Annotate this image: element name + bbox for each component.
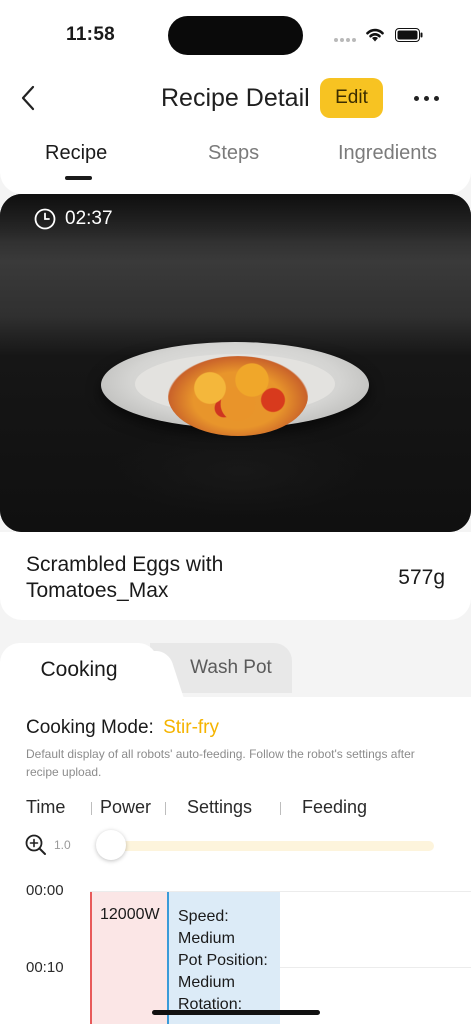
zoom-in-icon[interactable] bbox=[24, 833, 48, 857]
power-step-block[interactable]: 12000W bbox=[90, 892, 168, 1024]
column-divider bbox=[165, 802, 166, 815]
signal-icon bbox=[334, 38, 356, 43]
tab-indicator bbox=[65, 176, 92, 180]
clock-icon bbox=[34, 208, 56, 230]
column-feeding: Feeding bbox=[302, 797, 368, 817]
more-icon[interactable] bbox=[414, 96, 439, 101]
cooking-timeline: 00:00 00:10 12000W Speed: Medium Pot Pos… bbox=[0, 877, 471, 1024]
column-time: Time bbox=[26, 797, 66, 817]
tab-cooking-label: Cooking bbox=[40, 658, 118, 681]
column-divider bbox=[91, 802, 92, 815]
video-timer: 02:37 bbox=[34, 208, 113, 230]
cooking-panel: Cooking Mode: Stir-fry Default display o… bbox=[0, 697, 471, 1024]
settings-text: Speed: Medium Pot Position: Medium Rotat… bbox=[178, 906, 282, 1016]
cooking-mode-description: Default display of all robots' auto-feed… bbox=[26, 747, 415, 779]
plate-reflection bbox=[110, 426, 370, 516]
food-image bbox=[168, 356, 308, 436]
setting-line: Medium bbox=[178, 974, 235, 991]
tab-steps[interactable]: Steps bbox=[208, 142, 259, 165]
recipe-info-card: Scrambled Eggs with Tomatoes_Max 577g bbox=[0, 532, 471, 620]
tab-recipe[interactable]: Recipe bbox=[45, 142, 107, 165]
wifi-icon bbox=[366, 28, 384, 42]
cooking-mode-label: Cooking Mode: bbox=[26, 717, 154, 738]
tab-ingredients[interactable]: Ingredients bbox=[338, 142, 437, 165]
column-divider bbox=[280, 802, 281, 815]
zoom-control: 1.0 bbox=[24, 830, 444, 860]
back-icon[interactable] bbox=[18, 84, 42, 112]
setting-line: Pot Position: bbox=[178, 952, 268, 969]
timer-value: 02:37 bbox=[65, 208, 113, 229]
battery-icon bbox=[395, 28, 423, 42]
recipe-name: Scrambled Eggs with Tomatoes_Max bbox=[26, 553, 224, 602]
settings-step-block[interactable]: Speed: Medium Pot Position: Medium Rotat… bbox=[167, 892, 280, 1024]
status-time: 11:58 bbox=[66, 24, 116, 45]
cooking-mode: Cooking Mode: Stir-fry bbox=[26, 717, 219, 739]
recipe-weight: 577g bbox=[398, 566, 445, 589]
zoom-slider-track[interactable] bbox=[104, 841, 434, 851]
zoom-slider-handle[interactable] bbox=[96, 830, 126, 860]
setting-line: Speed: bbox=[178, 908, 229, 925]
column-power: Power bbox=[100, 797, 152, 817]
cooking-mode-value[interactable]: Stir-fry bbox=[163, 717, 219, 738]
status-bar: 11:58 bbox=[0, 0, 471, 66]
tab-cooking[interactable]: Cooking bbox=[0, 643, 158, 697]
setting-line: Medium bbox=[178, 930, 235, 947]
column-settings: Settings bbox=[187, 797, 253, 817]
header: Recipe Detail Edit Recipe Steps Ingredie… bbox=[0, 66, 471, 194]
page-title: Recipe Detail bbox=[161, 84, 310, 112]
recipe-video[interactable]: 02:37 bbox=[0, 194, 471, 532]
time-label: 00:10 bbox=[26, 959, 64, 976]
zoom-value: 1.0 bbox=[54, 838, 71, 852]
timeline-column-headers: Time Power Settings Feeding bbox=[26, 797, 446, 821]
edit-button[interactable]: Edit bbox=[320, 78, 383, 118]
home-indicator bbox=[152, 1010, 320, 1015]
dynamic-island bbox=[168, 16, 303, 55]
time-label: 00:00 bbox=[26, 882, 64, 899]
power-value: 12000W bbox=[100, 906, 160, 923]
sub-tab-bar: Wash Pot Cooking bbox=[0, 643, 471, 697]
